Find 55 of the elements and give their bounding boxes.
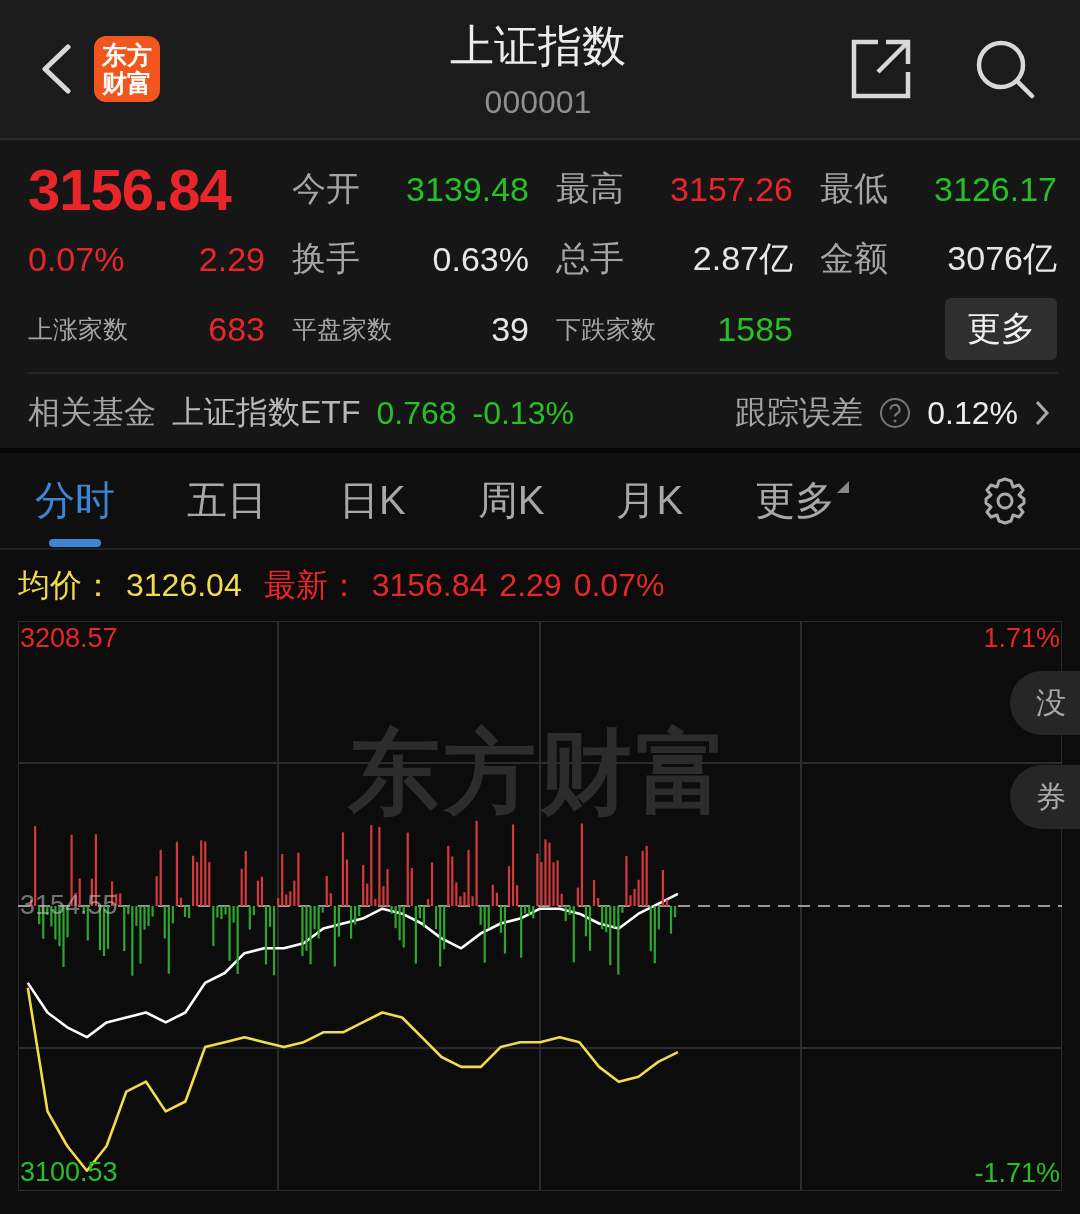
latest-percent: 0.07% bbox=[573, 567, 665, 604]
stat-value: 3139.48 bbox=[406, 169, 529, 209]
index-code: 000001 bbox=[483, 84, 593, 121]
chart-tab[interactable]: 分时 bbox=[35, 452, 115, 549]
stat-label: 今开 bbox=[292, 168, 360, 209]
stat-value: 3076亿 bbox=[947, 238, 1057, 279]
stat-value: 3126.17 bbox=[934, 169, 1057, 209]
more-tab[interactable]: 更多 bbox=[755, 452, 850, 549]
stat-label: 总手 bbox=[556, 238, 624, 279]
share-icon[interactable] bbox=[850, 38, 912, 100]
fund-name[interactable]: 上证指数ETF bbox=[172, 391, 361, 435]
side-tab[interactable]: 券 bbox=[1010, 765, 1080, 829]
app-logo: 东方财富 bbox=[94, 36, 160, 102]
breadth-value: 39 bbox=[491, 309, 529, 349]
index-title: 上证指数 bbox=[449, 20, 627, 72]
latest-value: 3156.84 bbox=[371, 567, 488, 604]
side-tab[interactable]: 没 bbox=[1010, 671, 1080, 735]
chart-tab[interactable]: 周K bbox=[477, 452, 545, 549]
stat-label: 换手 bbox=[292, 238, 360, 279]
axis-label: 3100.53 bbox=[20, 1157, 118, 1188]
average-label: 均价： bbox=[18, 565, 114, 605]
tracking-label: 跟踪误差 bbox=[735, 393, 864, 432]
back-icon[interactable] bbox=[40, 44, 72, 94]
latest-label: 最新： bbox=[263, 565, 360, 605]
chevron-right-icon[interactable] bbox=[1034, 399, 1050, 427]
axis-label: 1.71% bbox=[983, 623, 1060, 654]
breadth-label: 下跌家数 bbox=[556, 313, 656, 345]
breadth-value: 683 bbox=[208, 309, 265, 349]
tracking-value: 0.12% bbox=[927, 394, 1018, 432]
help-icon[interactable] bbox=[879, 397, 912, 429]
fund-price: 0.768 bbox=[376, 394, 457, 432]
last-price: 3156.84 bbox=[28, 155, 231, 223]
search-icon[interactable] bbox=[974, 38, 1036, 100]
breadth-label: 上涨家数 bbox=[28, 313, 128, 345]
fund-label: 相关基金 bbox=[28, 393, 156, 432]
stat-label: 最高 bbox=[556, 168, 624, 209]
chart-tab[interactable]: 月K bbox=[616, 452, 684, 549]
stat-label: 金额 bbox=[820, 238, 888, 279]
change-value: 2.29 bbox=[198, 239, 265, 279]
more-button[interactable]: 更多 bbox=[945, 298, 1057, 360]
latest-change: 2.29 bbox=[499, 567, 562, 604]
stat-label: 最低 bbox=[820, 168, 888, 209]
chart-tab[interactable]: 五日 bbox=[187, 452, 267, 549]
axis-label: -1.71% bbox=[974, 1158, 1060, 1189]
chart-tab[interactable]: 日K bbox=[339, 452, 406, 549]
change-percent: 0.07% bbox=[28, 239, 125, 279]
fund-change: -0.13% bbox=[472, 394, 574, 432]
axis-label: 3208.57 bbox=[20, 623, 118, 654]
average-value: 3126.04 bbox=[126, 567, 242, 604]
breadth-value: 1585 bbox=[717, 309, 793, 349]
corner-triangle-icon bbox=[837, 480, 850, 493]
stat-value: 3157.26 bbox=[670, 169, 793, 209]
breadth-label: 平盘家数 bbox=[292, 313, 392, 345]
stat-value: 2.87亿 bbox=[692, 238, 793, 279]
stat-value: 0.63% bbox=[432, 239, 529, 279]
